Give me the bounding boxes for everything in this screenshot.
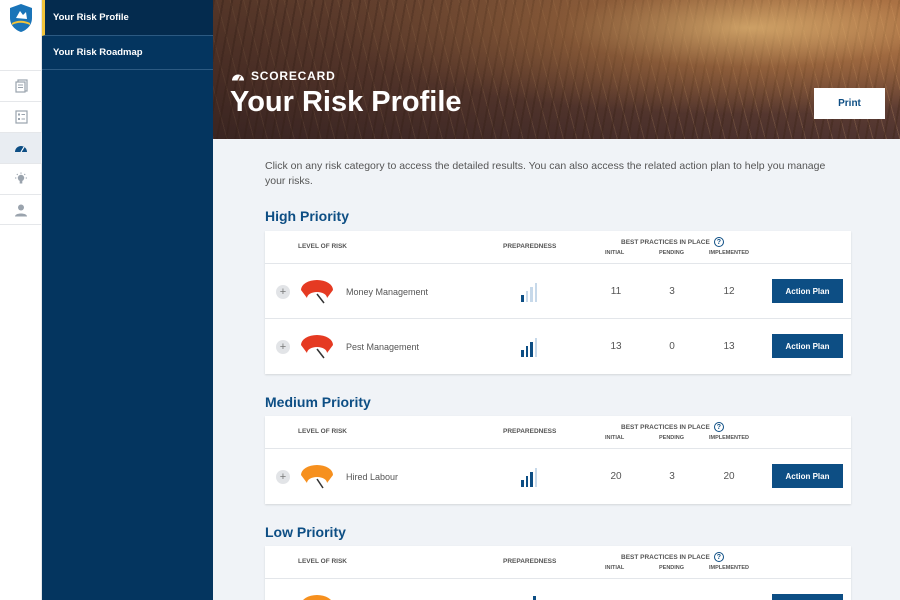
col-level-of-risk: LEVEL OF RISK — [298, 428, 347, 435]
col-best-practices: BEST PRACTICES IN PLACE? — [621, 552, 724, 562]
col-implemented: IMPLEMENTED — [709, 565, 750, 571]
print-button[interactable]: Print — [814, 88, 885, 119]
col-preparedness: PREPAREDNESS — [503, 428, 557, 435]
risk-gauge-icon — [301, 335, 333, 359]
preparedness-bars — [521, 281, 537, 302]
logo-icon[interactable] — [0, 0, 42, 36]
col-best-practices-label: BEST PRACTICES IN PLACE — [621, 423, 710, 431]
table-header: LEVEL OF RISK PREPAREDNESS BEST PRACTICE… — [265, 416, 851, 449]
implemented-count: 20 — [723, 471, 735, 482]
section-title-medium: Medium Priority — [265, 394, 371, 410]
help-icon[interactable]: ? — [713, 422, 724, 432]
risk-name: Money Management — [346, 287, 429, 297]
col-pending: PENDING — [659, 250, 685, 256]
risk-name: Pest Management — [346, 342, 420, 352]
scorecard-eyebrow: SCORECARD — [231, 69, 336, 83]
col-best-practices: BEST PRACTICES IN PLACE? — [621, 422, 724, 432]
rail-item-account[interactable] — [0, 194, 42, 225]
risk-gauge-icon — [303, 595, 331, 600]
main-content: Click on any risk category to access the… — [213, 139, 900, 600]
col-best-practices-label: BEST PRACTICES IN PLACE — [621, 238, 710, 246]
table-row[interactable]: + Money Management 11 3 12 Action Plan — [265, 264, 851, 319]
risk-card-low: LEVEL OF RISK PREPAREDNESS BEST PRACTICE… — [265, 546, 851, 600]
rail-item-documents[interactable] — [0, 70, 42, 101]
page-title: Your Risk Profile — [230, 86, 462, 118]
initial-count: 20 — [610, 471, 622, 482]
col-initial: INITIAL — [605, 565, 625, 571]
col-best-practices-label: BEST PRACTICES IN PLACE — [621, 553, 710, 561]
section-title-high: High Priority — [265, 208, 350, 224]
col-pending: PENDING — [659, 565, 685, 571]
intro-text: Click on any risk category to access the… — [265, 160, 826, 187]
person-icon — [15, 204, 27, 216]
expand-icon[interactable]: + — [276, 340, 290, 354]
sidebar-item-risk-profile[interactable]: Your Risk Profile — [42, 0, 213, 36]
lightbulb-icon — [15, 172, 27, 184]
col-pending: PENDING — [659, 435, 685, 441]
sidebar-item-risk-roadmap[interactable]: Your Risk Roadmap — [42, 36, 213, 70]
pending-count: 3 — [669, 286, 675, 297]
gauge-icon — [15, 146, 27, 153]
preparedness-bar-partial — [533, 596, 536, 600]
col-best-practices: BEST PRACTICES IN PLACE? — [621, 237, 724, 247]
pending-count: 0 — [669, 341, 675, 352]
col-initial: INITIAL — [605, 435, 625, 441]
initial-count: 11 — [610, 286, 622, 297]
hero-banner: SCORECARD Your Risk Profile Print — [213, 0, 900, 139]
pending-count: 3 — [669, 471, 675, 482]
risk-name: Hired Labour — [346, 472, 399, 482]
sidebar-nav: Your Risk Profile Your Risk Roadmap — [42, 0, 213, 600]
action-plan-button[interactable]: Action Plan — [772, 334, 843, 358]
section-title-low: Low Priority — [265, 524, 346, 540]
rail-item-ideas[interactable] — [0, 163, 42, 194]
help-icon[interactable]: ? — [713, 552, 724, 562]
col-preparedness: PREPAREDNESS — [503, 243, 557, 250]
document-icon — [14, 79, 28, 93]
implemented-count: 13 — [723, 341, 735, 352]
risk-card-medium: LEVEL OF RISK PREPAREDNESS BEST PRACTICE… — [265, 416, 851, 504]
rail-item-checklist[interactable] — [0, 101, 42, 132]
action-plan-button[interactable]: Action Plan — [772, 279, 843, 303]
col-implemented: IMPLEMENTED — [709, 250, 750, 256]
col-level-of-risk: LEVEL OF RISK — [298, 243, 347, 250]
preparedness-bars — [521, 466, 537, 487]
expand-icon[interactable]: + — [276, 285, 290, 299]
icon-rail — [0, 0, 42, 600]
table-row-partial[interactable] — [265, 579, 851, 600]
risk-gauge-icon — [301, 280, 333, 304]
checklist-icon — [14, 110, 28, 124]
table-row[interactable]: + Pest Management 13 0 13 Action Plan — [265, 319, 851, 374]
table-row[interactable]: + Hired Labour 20 3 20 Action Plan — [265, 449, 851, 504]
preparedness-bars — [521, 336, 537, 357]
gauge-icon — [232, 74, 244, 81]
col-implemented: IMPLEMENTED — [709, 435, 750, 441]
col-preparedness: PREPAREDNESS — [503, 558, 557, 565]
col-level-of-risk: LEVEL OF RISK — [298, 558, 347, 565]
rail-item-scorecard[interactable] — [0, 132, 42, 163]
action-plan-button[interactable]: Action Plan — [772, 464, 843, 488]
help-icon[interactable]: ? — [713, 237, 724, 247]
eyebrow-label: SCORECARD — [251, 69, 336, 83]
table-header: LEVEL OF RISK PREPAREDNESS BEST PRACTICE… — [265, 546, 851, 579]
action-plan-button-partial[interactable] — [772, 594, 843, 600]
risk-card-high: LEVEL OF RISK PREPAREDNESS BEST PRACTICE… — [265, 231, 851, 374]
initial-count: 13 — [610, 341, 622, 352]
risk-gauge-icon — [301, 465, 333, 489]
expand-icon[interactable]: + — [276, 470, 290, 484]
col-initial: INITIAL — [605, 250, 625, 256]
implemented-count: 12 — [723, 286, 735, 297]
table-header: LEVEL OF RISK PREPAREDNESS BEST PRACTICE… — [265, 231, 851, 264]
